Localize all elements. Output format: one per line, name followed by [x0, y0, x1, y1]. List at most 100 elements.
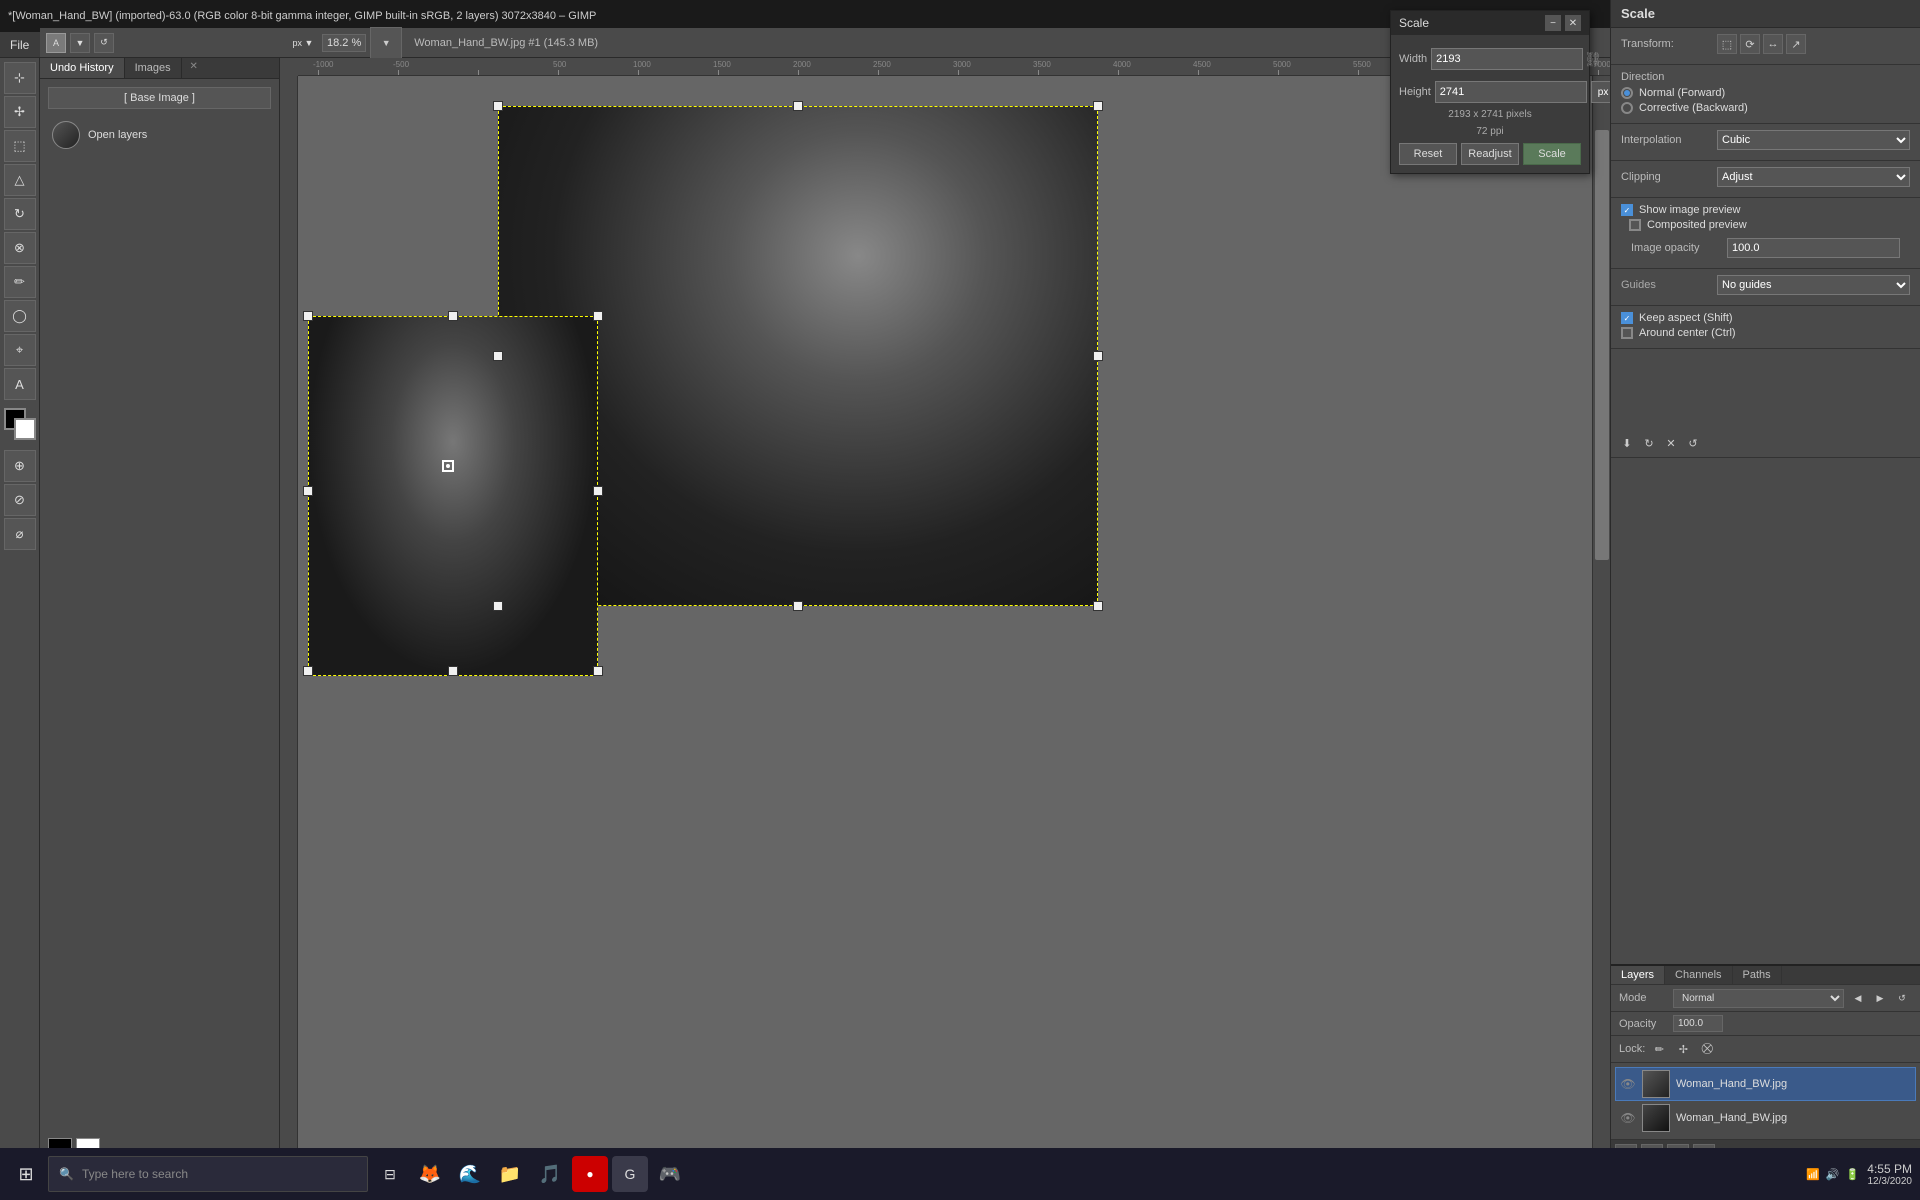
transform-handle-ml[interactable]: [493, 351, 503, 361]
show-preview-row[interactable]: Show image preview: [1621, 204, 1910, 216]
transform-handle-small-tm[interactable]: [448, 311, 458, 321]
layer-row-1[interactable]: 👁 Woman_Hand_BW.jpg: [1615, 1101, 1916, 1135]
taskbar-files[interactable]: 📁: [492, 1156, 528, 1192]
tool-flip[interactable]: ⌖: [4, 334, 36, 366]
start-button[interactable]: ⊞: [8, 1156, 44, 1192]
reset-button[interactable]: Reset: [1399, 143, 1457, 165]
transform-handle-small-bm[interactable]: [448, 666, 458, 676]
height-input[interactable]: [1435, 81, 1587, 103]
tool-option-fg[interactable]: A: [46, 33, 66, 53]
tool-move[interactable]: ✢: [4, 96, 36, 128]
mode-reset[interactable]: ↺: [1892, 988, 1912, 1008]
transform-handle-bl[interactable]: [493, 601, 503, 611]
lock-position[interactable]: ✢: [1673, 1039, 1693, 1059]
lock-pixels[interactable]: ✏: [1649, 1039, 1669, 1059]
transform-handle-tm[interactable]: [793, 101, 803, 111]
around-center-row[interactable]: Around center (Ctrl): [1621, 327, 1910, 339]
vscroll-thumb[interactable]: [1595, 130, 1609, 560]
tool-option-bg[interactable]: ▼: [70, 33, 90, 53]
tool-zoom[interactable]: ⬚: [4, 130, 36, 162]
zoom-dropdown[interactable]: ▼: [370, 27, 402, 59]
keep-aspect-row[interactable]: Keep aspect (Shift): [1621, 312, 1910, 324]
mode-select[interactable]: Normal Multiply Screen Overlay: [1673, 989, 1844, 1008]
transform-handle-mr[interactable]: [1093, 351, 1103, 361]
transform-handle-small-br[interactable]: [593, 666, 603, 676]
tool-dodge[interactable]: ⌀: [4, 518, 36, 550]
taskbar-media[interactable]: 🎵: [532, 1156, 568, 1192]
tool-text[interactable]: A: [4, 368, 36, 400]
tool-perspective[interactable]: ◯: [4, 300, 36, 332]
main-image-small[interactable]: [308, 316, 598, 676]
scale-dialog-close[interactable]: ✕: [1565, 15, 1581, 31]
scale-button[interactable]: Scale: [1523, 143, 1581, 165]
interpolation-select[interactable]: Cubic Linear None NoHalo LoHalo: [1717, 130, 1910, 150]
mode-prev[interactable]: ◀: [1848, 988, 1868, 1008]
layers-icon-3[interactable]: ✕: [1661, 433, 1681, 453]
transform-handle-tl[interactable]: [493, 101, 503, 111]
tab-channels[interactable]: Channels: [1665, 966, 1732, 984]
tool-heal[interactable]: ⊘: [4, 484, 36, 516]
taskbar-search[interactable]: 🔍 Type here to search: [48, 1156, 368, 1192]
transform-handle-small-ml[interactable]: [303, 486, 313, 496]
lock-all[interactable]: ⛒: [1697, 1039, 1717, 1059]
tool-option-reset[interactable]: ↺: [94, 33, 114, 53]
taskbar-task-view[interactable]: ⊟: [372, 1156, 408, 1192]
transform-handle-br[interactable]: [1093, 601, 1103, 611]
layers-icon-1[interactable]: ⬇: [1617, 433, 1637, 453]
layer-row-0[interactable]: 👁 Woman_Hand_BW.jpg: [1615, 1067, 1916, 1101]
menu-item-file[interactable]: File: [0, 34, 39, 56]
composited-preview-checkbox[interactable]: [1629, 219, 1641, 231]
tool-brush[interactable]: ⊕: [4, 450, 36, 482]
normal-direction-radio[interactable]: [1621, 87, 1633, 99]
show-preview-checkbox[interactable]: [1621, 204, 1633, 216]
transform-handle-small-mr[interactable]: [593, 486, 603, 496]
transform-handle-small-tl[interactable]: [303, 311, 313, 321]
panel-close-button[interactable]: ✕: [186, 58, 202, 74]
image-opacity-input[interactable]: [1727, 238, 1900, 258]
tool-rotate[interactable]: ↻: [4, 198, 36, 230]
taskbar-gimp[interactable]: G: [612, 1156, 648, 1192]
opacity-input[interactable]: [1673, 1015, 1723, 1032]
transform-center[interactable]: [442, 460, 454, 472]
transform-icon-3[interactable]: ↔: [1763, 34, 1783, 54]
tab-images[interactable]: Images: [125, 58, 182, 78]
open-layers-item[interactable]: Open layers: [48, 117, 271, 153]
layers-icon-2[interactable]: ↻: [1639, 433, 1659, 453]
tool-select[interactable]: ⊹: [4, 62, 36, 94]
mode-next[interactable]: ▶: [1870, 988, 1890, 1008]
taskbar-edge[interactable]: 🌊: [452, 1156, 488, 1192]
transform-icon-2[interactable]: ⟳: [1740, 34, 1760, 54]
transform-icon-4[interactable]: ↗: [1786, 34, 1806, 54]
transform-handle-small-bl[interactable]: [303, 666, 313, 676]
tab-layers[interactable]: Layers: [1611, 966, 1665, 984]
vertical-scrollbar[interactable]: [1592, 76, 1610, 1152]
tab-undo-history[interactable]: Undo History: [40, 58, 125, 78]
layer-visibility-1[interactable]: 👁: [1620, 1110, 1636, 1126]
canvas-viewport[interactable]: [298, 76, 1610, 1152]
normal-direction-row[interactable]: Normal (Forward): [1621, 87, 1910, 99]
layer-visibility-0[interactable]: 👁: [1620, 1076, 1636, 1092]
tool-scale[interactable]: ⊗: [4, 232, 36, 264]
composited-preview-row[interactable]: Composited preview: [1621, 219, 1910, 231]
transform-handle-tr[interactable]: [1093, 101, 1103, 111]
keep-aspect-checkbox[interactable]: [1621, 312, 1633, 324]
taskbar-app1[interactable]: ●: [572, 1156, 608, 1192]
taskbar-firefox[interactable]: 🦊: [412, 1156, 448, 1192]
transform-handle-small-tr[interactable]: [593, 311, 603, 321]
transform-icon-1[interactable]: ⬚: [1717, 34, 1737, 54]
tool-shear[interactable]: ✏: [4, 266, 36, 298]
corrective-direction-row[interactable]: Corrective (Backward): [1621, 102, 1910, 114]
scale-dialog-minimize[interactable]: −: [1545, 15, 1561, 31]
tab-paths[interactable]: Paths: [1733, 966, 1782, 984]
clipping-select[interactable]: Adjust Clip Crop to result Crop with asp…: [1717, 167, 1910, 187]
width-input[interactable]: [1431, 48, 1583, 70]
zoom-unit-selector[interactable]: px ▼: [288, 27, 318, 59]
readjust-button[interactable]: Readjust: [1461, 143, 1519, 165]
taskbar-game[interactable]: 🎮: [652, 1156, 688, 1192]
transform-handle-bm[interactable]: [793, 601, 803, 611]
corrective-direction-radio[interactable]: [1621, 102, 1633, 114]
layers-icon-4[interactable]: ↺: [1683, 433, 1703, 453]
guides-select[interactable]: No guides Center Rule of thirds: [1717, 275, 1910, 295]
tool-crop[interactable]: △: [4, 164, 36, 196]
foreground-color-box[interactable]: [4, 408, 36, 440]
